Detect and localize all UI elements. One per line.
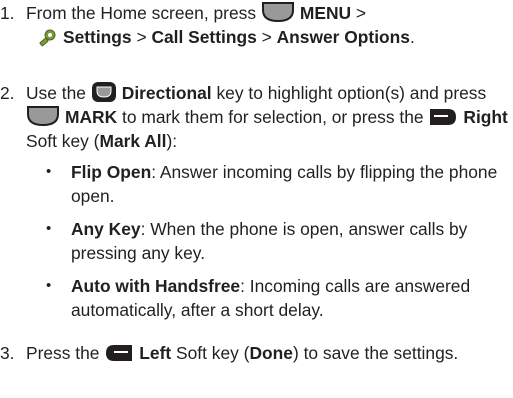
bullet-dot: •	[46, 163, 52, 180]
step-text: Press the Left Soft key (Done) to save t…	[26, 343, 459, 363]
list-item: • Flip Open: Answer incoming calls by fl…	[46, 160, 511, 208]
step-3: 3. Press the Left Soft key (Done) to sav…	[0, 341, 513, 365]
bullet-dot: •	[46, 277, 52, 294]
list-item: • Any Key: When the phone is open, answe…	[46, 217, 511, 265]
step-1: 1. From the Home screen, press MENU > Set…	[0, 1, 513, 49]
left-soft-key-label: Left	[139, 343, 172, 363]
settings-icon	[38, 27, 58, 47]
done-label: Done	[249, 343, 293, 363]
directional-key-icon	[91, 81, 117, 103]
bullet-dot: •	[46, 220, 52, 237]
step-text: From the Home screen, press MENU > Settin…	[26, 1, 415, 47]
option-term: Any Key	[71, 219, 141, 239]
right-soft-key-icon	[428, 107, 458, 127]
right-soft-key-label: Right	[463, 107, 508, 127]
step-text: Use the Directional key to highlight opt…	[26, 81, 508, 151]
answer-options-label: Answer Options	[276, 27, 410, 47]
menu-key-label: MENU	[299, 3, 352, 23]
option-term: Auto with Handsfree	[71, 276, 241, 296]
mark-key-icon	[26, 105, 60, 127]
menu-key-icon	[261, 1, 295, 23]
step-2: 2. Use the Directional key to highlight …	[0, 81, 513, 153]
call-settings-label: Call Settings	[151, 27, 257, 47]
step-number: 3.	[0, 343, 15, 363]
option-term: Flip Open	[71, 162, 152, 182]
step-number: 1.	[0, 3, 15, 23]
list-item: • Auto with Handsfree: Incoming calls ar…	[46, 274, 511, 322]
left-soft-key-icon	[104, 343, 134, 363]
mark-key-label: MARK	[65, 107, 118, 127]
directional-key-label: Directional	[121, 83, 212, 103]
step-number: 2.	[0, 83, 15, 103]
settings-label: Settings	[63, 27, 132, 47]
mark-all-label: Mark All	[99, 131, 167, 151]
